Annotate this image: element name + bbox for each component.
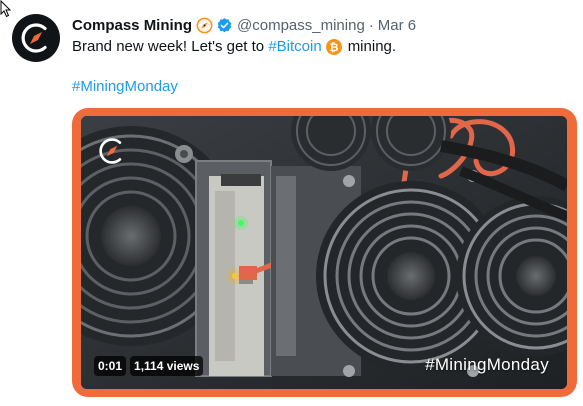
video-views: 1,114 views (130, 356, 204, 376)
compass-logo-icon (21, 23, 47, 53)
mouse-cursor-icon (0, 0, 12, 18)
user-handle[interactable]: @compass_mining (237, 17, 365, 34)
compass-watermark-logo-icon (99, 138, 122, 164)
verified-checkmark-icon (217, 17, 232, 32)
video-player[interactable]: #MiningMonday 0:01 1,114 views (72, 108, 577, 397)
mining-rig-video-still (81, 116, 567, 389)
tweet-date[interactable]: Mar 6 (378, 17, 416, 34)
tweet-text: Brand new week! Let's get to #Bitcoin ₿ … (72, 37, 396, 57)
tweet-header: Compass Mining @compass_mining · Mar 6 (72, 15, 416, 35)
hashtag-line: #MiningMonday (72, 77, 178, 97)
video-frame[interactable]: #MiningMonday 0:01 1,114 views (81, 116, 567, 389)
video-timestamp: 0:01 (94, 356, 127, 376)
header-separator: · (368, 16, 374, 34)
display-name[interactable]: Compass Mining (72, 17, 192, 34)
compass-badge-icon (196, 17, 213, 33)
avatar[interactable] (12, 14, 60, 62)
tweet: Compass Mining @compass_mining · Mar 6 B… (0, 0, 583, 406)
tweet-text-before: Brand new week! Let's get to (72, 38, 269, 55)
video-watermark: #MiningMonday (425, 355, 549, 374)
hashtag-mining-monday[interactable]: #MiningMonday (72, 78, 178, 95)
svg-text:₿: ₿ (329, 41, 338, 54)
tweet-text-after: mining. (347, 38, 397, 55)
bitcoin-icon: ₿ (325, 39, 342, 55)
video-meta: 0:01 1,114 views (94, 356, 204, 376)
hashtag-bitcoin[interactable]: #Bitcoin (268, 37, 321, 57)
